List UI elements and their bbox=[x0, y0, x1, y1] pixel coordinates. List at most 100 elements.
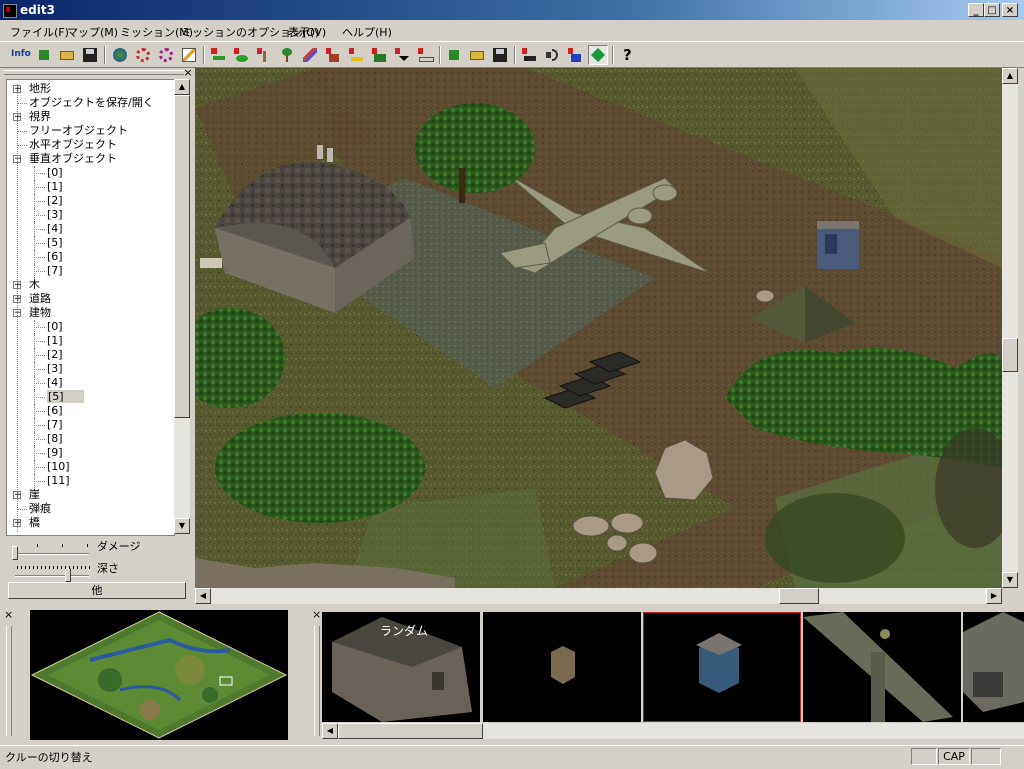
damage-slider[interactable] bbox=[12, 546, 18, 560]
gear2-button[interactable] bbox=[156, 45, 176, 65]
diamond-button[interactable] bbox=[588, 45, 608, 65]
tool-f-button[interactable] bbox=[346, 45, 366, 65]
tree-leaf[interactable]: [1] bbox=[47, 334, 63, 347]
gear-button[interactable] bbox=[133, 45, 153, 65]
save-button[interactable] bbox=[80, 45, 100, 65]
tree-leaf[interactable]: [7] bbox=[47, 264, 63, 277]
scroll-down-icon[interactable]: ▼ bbox=[174, 518, 190, 534]
tree-leaf[interactable]: [1] bbox=[47, 180, 63, 193]
tree-node[interactable]: 視界 bbox=[29, 110, 51, 123]
scroll-left-icon[interactable]: ◀ bbox=[195, 588, 211, 604]
tree-node[interactable]: 崖 bbox=[29, 488, 40, 501]
zone-button[interactable] bbox=[565, 45, 585, 65]
save-mission-button[interactable] bbox=[490, 45, 510, 65]
tree-node[interactable]: 道路 bbox=[29, 292, 51, 305]
panel-close-icon[interactable]: × bbox=[183, 67, 193, 78]
pencil-button[interactable] bbox=[179, 45, 199, 65]
tool-l-button[interactable] bbox=[231, 45, 251, 65]
tool-s-button[interactable] bbox=[254, 45, 274, 65]
tree-leaf[interactable]: [0] bbox=[47, 320, 63, 333]
map-view[interactable] bbox=[195, 68, 1002, 588]
scroll-left-icon[interactable]: ◀ bbox=[322, 723, 338, 739]
tree-leaf[interactable]: [5] bbox=[47, 390, 84, 403]
tree-node[interactable]: 地形 bbox=[29, 82, 51, 95]
map-hscroll-thumb[interactable] bbox=[779, 588, 819, 604]
tree-leaf[interactable]: [3] bbox=[47, 362, 63, 375]
close-button[interactable]: × bbox=[1002, 3, 1018, 17]
map-vscrollbar[interactable]: ▲ ▼ bbox=[1002, 68, 1018, 588]
browser-hscroll-thumb[interactable] bbox=[338, 723, 483, 739]
tree-leaf[interactable]: [10] bbox=[47, 460, 70, 473]
other-button[interactable]: 他 bbox=[8, 582, 186, 599]
depth-slider[interactable] bbox=[65, 568, 72, 582]
damage-slider-track[interactable] bbox=[15, 553, 89, 555]
open-button[interactable] bbox=[57, 45, 77, 65]
tool-v-button[interactable] bbox=[392, 45, 412, 65]
tree-leaf[interactable]: [11] bbox=[47, 474, 70, 487]
scroll-down-icon[interactable]: ▼ bbox=[1002, 572, 1018, 588]
help-button[interactable]: ? bbox=[618, 45, 638, 65]
scroll-up-icon[interactable]: ▲ bbox=[1002, 68, 1018, 84]
new-mission-button[interactable] bbox=[444, 45, 464, 65]
map-vscroll-thumb[interactable] bbox=[1002, 338, 1018, 372]
app-icon[interactable] bbox=[3, 4, 17, 18]
tree-node[interactable]: 弾痕 bbox=[29, 502, 51, 515]
map-hscrollbar[interactable]: ◀ ▶ bbox=[195, 588, 1002, 604]
scroll-up-icon[interactable]: ▲ bbox=[174, 79, 190, 95]
minimap-close-icon[interactable]: × bbox=[4, 608, 13, 621]
object-tree[interactable]: 地形 + オブジェクトを保存/開く 視界 + フリーオブジェクト 水平オブジェクト 垂直オブジ… bbox=[6, 79, 175, 536]
menu-help[interactable]: ヘルプ(H) bbox=[342, 24, 392, 40]
info-button[interactable]: Info bbox=[10, 45, 31, 65]
tree-leaf[interactable]: [4] bbox=[47, 376, 63, 389]
tool-b-button[interactable] bbox=[415, 45, 435, 65]
panel-grip[interactable] bbox=[4, 70, 184, 75]
tool-n-button[interactable] bbox=[208, 45, 228, 65]
tool-feather-button[interactable] bbox=[300, 45, 320, 65]
scroll-right-icon[interactable]: ▶ bbox=[986, 588, 1002, 604]
tree-node[interactable]: 橋 bbox=[29, 516, 40, 529]
tree-node[interactable]: オブジェクトを保存/開く bbox=[29, 96, 154, 109]
tree-leaf[interactable]: [0] bbox=[47, 166, 63, 179]
browser-hscrollbar[interactable]: ◀ bbox=[322, 723, 1024, 739]
browser-close-icon[interactable]: × bbox=[312, 608, 321, 621]
tree-node[interactable]: 建物 bbox=[29, 306, 51, 319]
depth-slider-track[interactable] bbox=[15, 575, 89, 577]
menu-map[interactable]: マップ(M) bbox=[67, 24, 118, 40]
unit-button[interactable] bbox=[519, 45, 539, 65]
tree-scroll-thumb[interactable] bbox=[174, 95, 190, 418]
tree-leaf[interactable]: [6] bbox=[47, 250, 63, 263]
minimap[interactable] bbox=[30, 610, 288, 740]
object-thumb[interactable] bbox=[803, 612, 961, 722]
menu-view[interactable]: 表示(V) bbox=[288, 24, 326, 40]
tree-node[interactable]: フリーオブジェクト bbox=[29, 124, 128, 137]
tool-c-button[interactable] bbox=[369, 45, 389, 65]
sound-button[interactable] bbox=[542, 45, 562, 65]
tree-leaf[interactable]: [4] bbox=[47, 222, 63, 235]
panel-grip[interactable] bbox=[314, 626, 320, 736]
tree-leaf[interactable]: [9] bbox=[47, 446, 63, 459]
tree-leaf[interactable]: [2] bbox=[47, 194, 63, 207]
object-thumb[interactable] bbox=[963, 612, 1024, 722]
object-thumb-selected[interactable] bbox=[643, 612, 801, 722]
new-button[interactable] bbox=[34, 45, 54, 65]
tool-h-button[interactable] bbox=[323, 45, 343, 65]
map-canvas[interactable] bbox=[195, 68, 1002, 588]
panel-grip[interactable] bbox=[6, 626, 12, 736]
maximize-button[interactable]: □ bbox=[984, 3, 1000, 17]
tree-leaf[interactable]: [3] bbox=[47, 208, 63, 221]
tree-leaf[interactable]: [5] bbox=[47, 236, 63, 249]
open-mission-button[interactable] bbox=[467, 45, 487, 65]
tree-scrollbar[interactable]: ▲ ▼ bbox=[174, 79, 190, 534]
tree-node[interactable]: 水平オブジェクト bbox=[29, 138, 117, 151]
tree-node[interactable]: 垂直オブジェクト bbox=[29, 152, 117, 165]
tree-leaf[interactable]: [7] bbox=[47, 418, 63, 431]
tool-tree-button[interactable] bbox=[277, 45, 297, 65]
globe-button[interactable] bbox=[110, 45, 130, 65]
tree-leaf[interactable]: [6] bbox=[47, 404, 63, 417]
tree-leaf[interactable]: [8] bbox=[47, 432, 63, 445]
tree-node[interactable]: 木 bbox=[29, 278, 40, 291]
object-thumb[interactable] bbox=[483, 612, 641, 722]
tree-leaf[interactable]: [2] bbox=[47, 348, 63, 361]
minimize-button[interactable]: _ bbox=[968, 3, 984, 17]
object-thumb-random[interactable]: ランダム bbox=[322, 612, 480, 722]
